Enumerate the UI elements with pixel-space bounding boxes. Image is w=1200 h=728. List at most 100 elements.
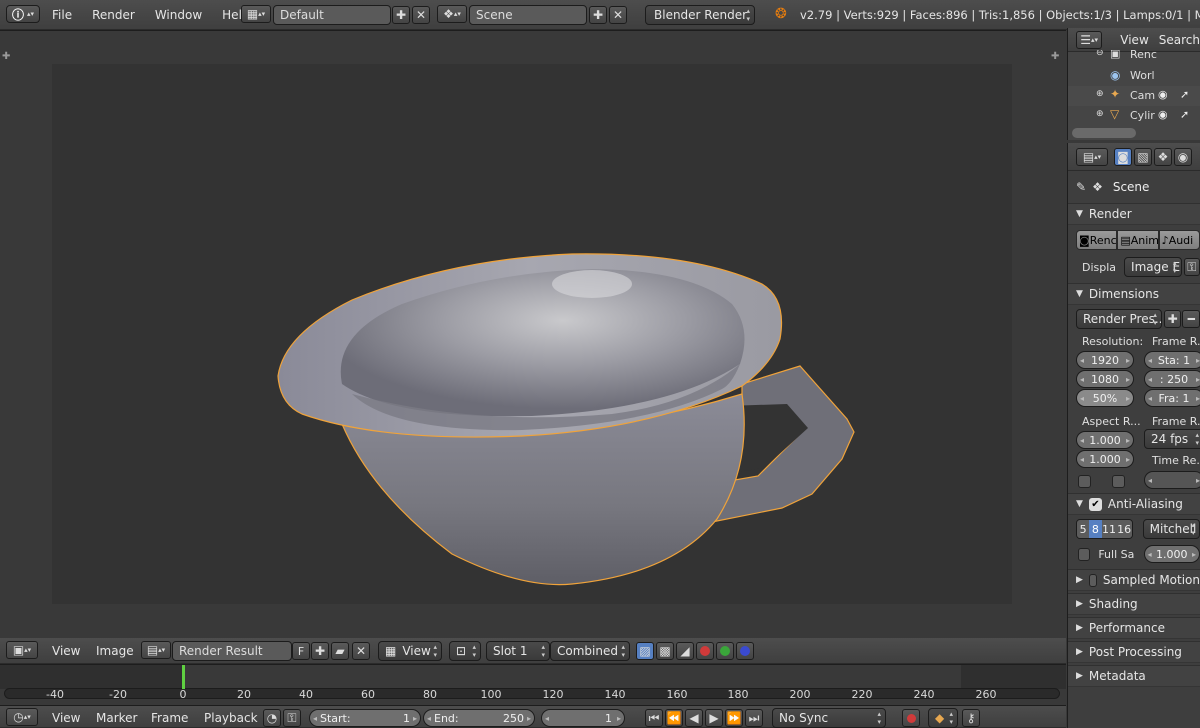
frame-start-field[interactable]: Sta: 1	[1144, 351, 1200, 369]
timeline-frame-menu[interactable]: Frame	[141, 711, 198, 725]
resolution-x-field[interactable]: 1920	[1076, 351, 1134, 369]
menu-render[interactable]: Render	[82, 8, 145, 22]
timeline-editor-type-button[interactable]: ◷ ▴▾	[6, 708, 38, 726]
outliner-row-camera[interactable]: ⊕ ✦ Cam ◉ ➚	[1068, 86, 1200, 106]
layout-selector-button[interactable]: ▦ ▴▾	[241, 5, 271, 23]
jump-keyframe-forward-icon[interactable]: ⏩	[725, 709, 743, 727]
outliner-row-cylinder[interactable]: ⊕ ▽ Cylir ◉ ➚	[1068, 106, 1200, 126]
jump-end-icon[interactable]: ⏭	[745, 709, 763, 727]
properties-editor-type-button[interactable]: ▤ ▴▾	[1076, 147, 1108, 166]
timeline-playback-menu[interactable]: Playback	[194, 711, 268, 725]
info-editor-type-button[interactable]: ⓘ ▴▾	[6, 5, 40, 23]
frame-step-field[interactable]: Fra: 1	[1144, 389, 1200, 407]
aa-samples-16[interactable]: 16	[1116, 520, 1132, 538]
scene-tab-icon[interactable]: ❖	[1154, 147, 1172, 166]
lock-time-cursor-icon[interactable]: ⚿	[283, 709, 301, 727]
scene-name-field[interactable]: Scene	[469, 5, 587, 25]
time-remap-old-field[interactable]	[1144, 471, 1200, 489]
display-dropdown[interactable]: Image E	[1124, 257, 1182, 277]
sampled-motion-blur-header[interactable]: ▶ Sampled Motion	[1068, 569, 1200, 591]
browse-image-button[interactable]: ▤ ▴▾	[141, 641, 171, 659]
outliner-panel[interactable]: ☰ ▴▾ View Search ⊖ ▣ Renc ◉ Worl ⊕ ✦ Cam …	[1067, 28, 1200, 140]
add-scene-button[interactable]: ✚	[589, 6, 607, 24]
post-processing-panel-header[interactable]: ▶ Post Processing	[1068, 641, 1200, 663]
green-channel-icon[interactable]	[716, 642, 734, 660]
jump-start-icon[interactable]: ⏮	[645, 709, 663, 727]
outliner-row-render-layers[interactable]: ⊖ ▣ Renc	[1068, 50, 1200, 62]
add-layout-button[interactable]: ✚	[392, 6, 410, 24]
open-image-button[interactable]: ▰	[331, 642, 349, 660]
new-image-button[interactable]: ✚	[311, 642, 329, 660]
image-name-field[interactable]: Render Result	[172, 641, 292, 661]
aspect-x-field[interactable]: 1.000	[1076, 431, 1134, 449]
menu-file[interactable]: File	[42, 8, 82, 22]
red-channel-icon[interactable]	[696, 642, 714, 660]
resolution-y-field[interactable]: 1080	[1076, 370, 1134, 388]
play-icon[interactable]: ▶	[705, 709, 723, 727]
metadata-panel-header[interactable]: ▶ Metadata	[1068, 665, 1200, 687]
anti-aliasing-checkbox[interactable]: ✔	[1088, 497, 1102, 511]
aa-samples-8[interactable]: 8	[1089, 520, 1102, 538]
resolution-percentage-slider[interactable]: 50%	[1076, 389, 1134, 407]
remove-scene-button[interactable]: ✕	[609, 6, 627, 24]
dimensions-panel-header[interactable]: ▼ Dimensions	[1068, 283, 1200, 305]
motion-blur-checkbox[interactable]	[1088, 573, 1097, 587]
eye-icon[interactable]: ◉	[1158, 88, 1168, 101]
blue-channel-icon[interactable]	[736, 642, 754, 660]
render-presets-dropdown[interactable]: Render Pres...	[1076, 309, 1162, 329]
performance-panel-header[interactable]: ▶ Performance	[1068, 617, 1200, 639]
render-audio-button[interactable]: ♪ Audi	[1158, 230, 1200, 250]
play-reverse-icon[interactable]: ◀	[685, 709, 703, 727]
image-editor-viewport[interactable]: ✚ ✚	[0, 30, 1066, 637]
scene-selector-button[interactable]: ❖ ▴▾	[437, 5, 467, 23]
insert-keyframe-icon[interactable]: ⚷	[962, 709, 980, 727]
crop-checkbox[interactable]	[1112, 475, 1125, 488]
render-still-button[interactable]: ◙ Renc	[1076, 230, 1118, 250]
filter-size-field[interactable]: 1.000	[1143, 545, 1200, 563]
pin-icon[interactable]: ✎	[1076, 180, 1086, 194]
current-frame-marker[interactable]	[182, 665, 185, 689]
image-image-menu[interactable]: Image	[86, 644, 144, 658]
image-view-menu[interactable]: View	[42, 644, 90, 658]
timeline-area[interactable]	[0, 664, 1066, 704]
menu-window[interactable]: Window	[145, 8, 212, 22]
aa-samples-11[interactable]: 11	[1101, 520, 1117, 538]
aspect-y-field[interactable]: 1.000	[1076, 450, 1134, 468]
aa-samples-5[interactable]: 5	[1077, 520, 1090, 538]
border-checkbox[interactable]	[1078, 475, 1091, 488]
start-frame-field[interactable]: Start: 1	[309, 709, 421, 727]
outliner-row-world[interactable]: ◉ Worl	[1068, 66, 1200, 86]
eye-icon[interactable]: ◉	[1158, 108, 1168, 121]
properties-panel[interactable]: ▤ ▴▾ ◙ ▧ ❖ ◉ ✎ ❖ Scene ▼ Render ◙ Renc ▤ An…	[1067, 143, 1200, 728]
cursor-select-icon[interactable]: ➚	[1180, 108, 1189, 121]
region-plus-left-icon[interactable]: ✚	[2, 51, 10, 62]
outliner-search-menu[interactable]: Search	[1159, 33, 1200, 47]
preview-range-icon[interactable]: ◔	[263, 709, 281, 727]
full-sample-checkbox[interactable]	[1078, 547, 1091, 561]
sync-mode-dropdown[interactable]: No Sync	[772, 708, 886, 728]
outliner-view-menu[interactable]: View	[1110, 33, 1158, 47]
end-frame-field[interactable]: End: 250	[423, 709, 535, 727]
render-pass-dropdown[interactable]: Combined	[550, 641, 630, 661]
display-checker-alpha-icon[interactable]: ▩	[656, 642, 674, 660]
view-mode-dropdown[interactable]: ▦ View	[378, 641, 442, 661]
render-engine-dropdown[interactable]: Blender Render	[645, 5, 755, 25]
render-tab-camera-icon[interactable]: ◙	[1114, 147, 1132, 166]
timeline-scroll-track[interactable]	[4, 688, 1060, 699]
fake-user-button[interactable]: F	[292, 642, 310, 660]
world-tab-icon[interactable]: ◉	[1174, 147, 1192, 166]
region-plus-right-icon[interactable]: ✚	[1051, 51, 1059, 62]
unlink-image-button[interactable]: ✕	[352, 642, 370, 660]
lock-interface-button[interactable]: ⚿	[1183, 258, 1200, 276]
render-panel-header[interactable]: ▼ Render	[1068, 203, 1200, 225]
anti-aliasing-panel-header[interactable]: ▼ ✔ Anti-Aliasing	[1068, 493, 1200, 515]
auto-keyframe-record-icon[interactable]	[902, 709, 920, 727]
timeline-marker-menu[interactable]: Marker	[86, 711, 147, 725]
outliner-editor-type-button[interactable]: ☰ ▴▾	[1076, 30, 1103, 49]
shading-panel-header[interactable]: ▶ Shading	[1068, 593, 1200, 615]
frame-rate-dropdown[interactable]: 24 fps	[1144, 429, 1200, 449]
pivot-dropdown[interactable]: ⊡	[449, 641, 481, 661]
aa-filter-dropdown[interactable]: Mitchell	[1142, 519, 1200, 539]
layout-name-field[interactable]: Default	[273, 5, 391, 25]
current-frame-field[interactable]: 1	[541, 709, 625, 727]
